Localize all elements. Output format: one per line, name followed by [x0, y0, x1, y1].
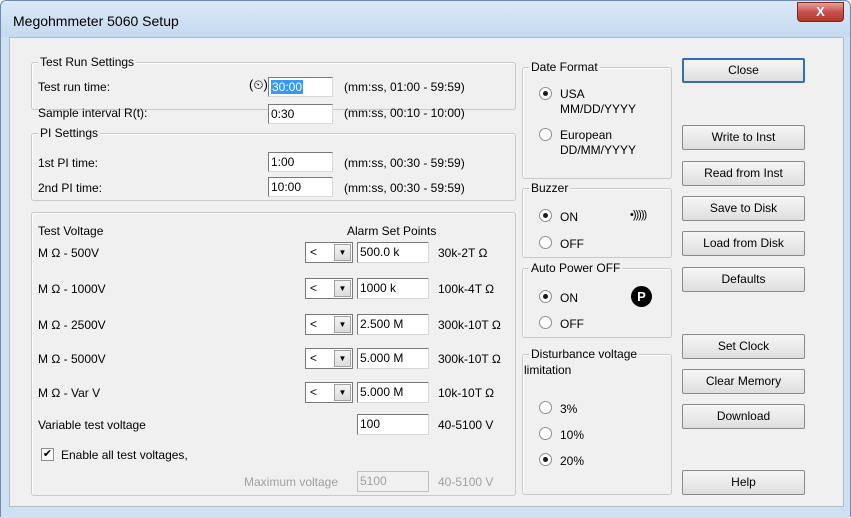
auto-power-on-radio[interactable] [539, 290, 552, 303]
disturbance-3-label: 3% [560, 402, 578, 416]
clock-icon: (⏲) [249, 77, 268, 92]
clear-memory-button[interactable]: Clear Memory [682, 369, 805, 394]
date-usa-label: USA [560, 87, 585, 101]
alarm-range: 300k-10T Ω [438, 318, 501, 332]
chevron-down-icon[interactable]: ▼ [334, 280, 351, 297]
pi1-time-range: (mm:ss, 00:30 - 59:59) [344, 156, 465, 170]
voltage-row-label: M Ω - 500V [38, 246, 99, 260]
window-close-button[interactable]: X [797, 2, 844, 22]
test-voltage-header: Test Voltage [38, 224, 104, 238]
disturbance-20-radio[interactable] [539, 453, 552, 466]
test-run-time-label: Test run time: [38, 80, 111, 94]
close-button[interactable]: Close [682, 58, 805, 83]
alarm-operator-value: < [310, 245, 318, 259]
pi1-time-label: 1st PI time: [38, 156, 99, 170]
date-usa-format: MM/DD/YYYY [560, 102, 637, 116]
variable-voltage-input[interactable]: 100 [357, 414, 429, 435]
alarm-operator-value: < [310, 385, 318, 399]
date-european-format: DD/MM/YYYY [560, 143, 637, 157]
buzzer-on-label: ON [560, 210, 578, 224]
dialog-client-area: Test Run Settings Test run time: (⏲) 30:… [9, 37, 844, 507]
alarm-value-input[interactable]: 2.500 M [357, 314, 429, 335]
alarm-range: 30k-2T Ω [438, 246, 488, 260]
pi2-time-label: 2nd PI time: [38, 181, 103, 195]
disturbance-10-radio[interactable] [539, 427, 552, 440]
title-bar[interactable]: Megohmmeter 5060 Setup X [1, 1, 850, 37]
auto-power-title: Auto Power OFF [529, 261, 623, 275]
enable-all-voltages-label: Enable all test voltages, [61, 448, 188, 462]
buzzer-off-label: OFF [560, 237, 584, 251]
date-format-title: Date Format [529, 60, 600, 74]
test-run-time-value: 30:00 [271, 80, 304, 94]
load-from-disk-button[interactable]: Load from Disk [682, 231, 805, 256]
disturbance-10-label: 10% [560, 428, 585, 442]
date-format-group: Date Format [522, 60, 672, 179]
write-to-inst-button[interactable]: Write to Inst [682, 125, 805, 150]
max-voltage-label: Maximum voltage [244, 475, 339, 489]
auto-power-on-label: ON [560, 291, 578, 305]
alarm-value-input[interactable]: 1000 k [357, 278, 429, 299]
alarm-operator-select[interactable]: < ▼ [305, 242, 353, 263]
sound-waves-icon: •))))) [630, 209, 647, 221]
test-run-settings-title: Test Run Settings [38, 55, 137, 69]
chevron-down-icon[interactable]: ▼ [334, 244, 351, 261]
voltage-row-label: M Ω - 1000V [38, 282, 106, 296]
alarm-range: 300k-10T Ω [438, 352, 501, 366]
buzzer-on-radio[interactable] [539, 209, 552, 222]
alarm-value-input[interactable]: 5.000 M [357, 382, 429, 403]
buzzer-title: Buzzer [529, 181, 571, 195]
alarm-range: 10k-10T Ω [438, 386, 495, 400]
defaults-button[interactable]: Defaults [682, 267, 805, 292]
chevron-down-icon[interactable]: ▼ [334, 316, 351, 333]
auto-power-off-label: OFF [560, 317, 584, 331]
alarm-range: 100k-4T Ω [438, 282, 495, 296]
chevron-down-icon[interactable]: ▼ [334, 350, 351, 367]
auto-power-off-radio[interactable] [539, 316, 552, 329]
max-voltage-range: 40-5100 V [438, 475, 494, 489]
max-voltage-input: 5100 [357, 471, 429, 492]
variable-voltage-range: 40-5100 V [438, 418, 494, 432]
save-to-disk-button[interactable]: Save to Disk [682, 196, 805, 221]
pi2-time-range: (mm:ss, 00:30 - 59:59) [344, 181, 465, 195]
alarm-value-input[interactable]: 5.000 M [357, 348, 429, 369]
alarm-operator-select[interactable]: < ▼ [305, 314, 353, 335]
disturbance-20-label: 20% [560, 454, 585, 468]
window-title: Megohmmeter 5060 Setup [13, 13, 179, 29]
voltage-row-label: M Ω - 5000V [38, 352, 106, 366]
voltage-row-label: M Ω - 2500V [38, 318, 106, 332]
alarm-value-input[interactable]: 500.0 k [357, 242, 429, 263]
help-button[interactable]: Help [682, 470, 805, 495]
disturbance-title: Disturbance voltage [529, 347, 640, 361]
alarm-operator-value: < [310, 281, 318, 295]
sample-interval-input[interactable]: 0:30 [268, 104, 333, 124]
voltage-row-label: M Ω - Var V [38, 386, 101, 400]
sample-interval-range: (mm:ss, 00:10 - 10:00) [344, 106, 465, 120]
pi-settings-title: PI Settings [38, 126, 101, 140]
test-run-time-range: (mm:ss, 01:00 - 59:59) [344, 80, 465, 94]
setup-window: Megohmmeter 5060 Setup X Test Run Settin… [0, 0, 851, 518]
disturbance-3-radio[interactable] [539, 401, 552, 414]
pi1-time-input[interactable]: 1:00 [268, 152, 333, 172]
date-usa-radio[interactable] [539, 87, 552, 100]
alarm-operator-value: < [310, 351, 318, 365]
read-from-inst-button[interactable]: Read from Inst [682, 161, 805, 186]
date-european-label: European [560, 128, 613, 142]
power-p-icon: P [631, 286, 652, 307]
enable-all-voltages-checkbox[interactable]: ✔ [41, 448, 54, 461]
pi2-time-input[interactable]: 10:00 [268, 177, 333, 197]
alarm-set-points-header: Alarm Set Points [347, 224, 437, 238]
download-button[interactable]: Download [682, 404, 805, 429]
chevron-down-icon[interactable]: ▼ [334, 384, 351, 401]
disturbance-title-line2: limitation [524, 363, 572, 377]
alarm-operator-select[interactable]: < ▼ [305, 348, 353, 369]
set-clock-button[interactable]: Set Clock [682, 334, 805, 359]
date-european-radio[interactable] [539, 128, 552, 141]
buzzer-off-radio[interactable] [539, 236, 552, 249]
alarm-operator-select[interactable]: < ▼ [305, 382, 353, 403]
alarm-operator-value: < [310, 317, 318, 331]
variable-voltage-label: Variable test voltage [38, 418, 146, 432]
test-run-time-input[interactable]: 30:00 [268, 77, 333, 97]
sample-interval-label: Sample interval R(t): [38, 106, 148, 120]
alarm-operator-select[interactable]: < ▼ [305, 278, 353, 299]
